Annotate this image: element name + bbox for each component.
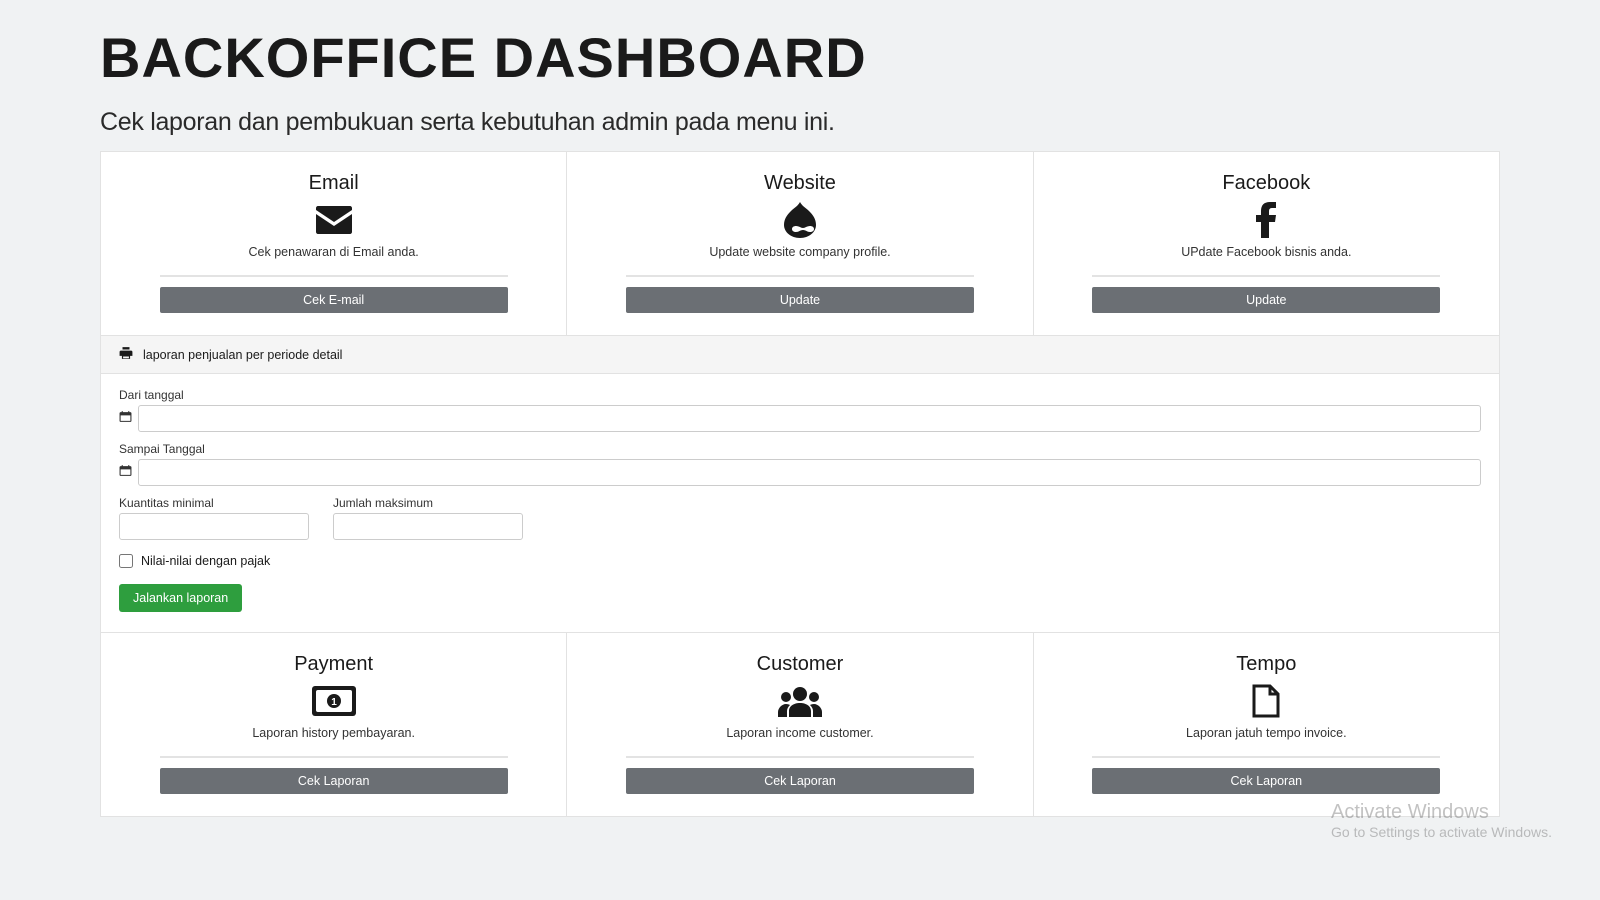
card-payment-title: Payment [129, 653, 538, 676]
calendar-icon [119, 464, 132, 482]
dashboard-panel: Email Cek penawaran di Email anda. Cek E… [100, 151, 1500, 817]
to-date-input[interactable] [138, 459, 1481, 486]
qty-max-label: Jumlah maksimum [333, 496, 523, 510]
card-website-title: Website [595, 172, 1004, 195]
divider [160, 756, 508, 758]
card-customer-title: Customer [595, 653, 1004, 676]
divider [1092, 275, 1440, 277]
facebook-icon [1062, 201, 1471, 239]
svg-text:1: 1 [331, 697, 337, 708]
divider [1092, 756, 1440, 758]
card-payment-desc: Laporan history pembayaran. [129, 726, 538, 740]
drupal-icon [595, 201, 1004, 239]
bottom-card-row: Payment 1 Laporan history pembayaran. Ce… [101, 632, 1499, 816]
money-icon: 1 [129, 682, 538, 720]
tax-checkbox[interactable] [119, 554, 133, 568]
qty-min-input[interactable] [119, 513, 309, 540]
card-customer: Customer Laporan income customer. Cek La… [567, 633, 1033, 816]
card-facebook-title: Facebook [1062, 172, 1471, 195]
report-title: laporan penjualan per periode detail [143, 348, 342, 362]
to-date-label: Sampai Tanggal [119, 442, 1481, 456]
page-subtitle: Cek laporan dan pembukuan serta kebutuha… [100, 108, 1500, 137]
card-website: Website Update website company profile. … [567, 152, 1033, 335]
cek-laporan-tempo-button[interactable]: Cek Laporan [1092, 768, 1440, 794]
top-card-row: Email Cek penawaran di Email anda. Cek E… [101, 152, 1499, 336]
report-form: Dari tanggal Sampai Tanggal [101, 374, 1499, 632]
from-date-input[interactable] [138, 405, 1481, 432]
card-tempo-title: Tempo [1062, 653, 1471, 676]
divider [160, 275, 508, 277]
report-header: laporan penjualan per periode detail [101, 336, 1499, 374]
cek-laporan-customer-button[interactable]: Cek Laporan [626, 768, 974, 794]
qty-min-label: Kuantitas minimal [119, 496, 309, 510]
update-website-button[interactable]: Update [626, 287, 974, 313]
divider [626, 756, 974, 758]
envelope-icon [129, 201, 538, 239]
cek-laporan-payment-button[interactable]: Cek Laporan [160, 768, 508, 794]
qty-max-input[interactable] [333, 513, 523, 540]
card-website-desc: Update website company profile. [595, 245, 1004, 259]
from-date-label: Dari tanggal [119, 388, 1481, 402]
file-icon [1062, 682, 1471, 720]
card-email-title: Email [129, 172, 538, 195]
card-customer-desc: Laporan income customer. [595, 726, 1004, 740]
update-facebook-button[interactable]: Update [1092, 287, 1440, 313]
card-email-desc: Cek penawaran di Email anda. [129, 245, 538, 259]
watermark-line2: Go to Settings to activate Windows. [1331, 824, 1552, 840]
users-icon [595, 682, 1004, 720]
divider [626, 275, 974, 277]
print-icon [119, 346, 133, 363]
card-facebook: Facebook UPdate Facebook bisnis anda. Up… [1034, 152, 1499, 335]
card-tempo-desc: Laporan jatuh tempo invoice. [1062, 726, 1471, 740]
page-title: BACKOFFICE DASHBOARD [100, 25, 1500, 90]
cek-email-button[interactable]: Cek E-mail [160, 287, 508, 313]
card-tempo: Tempo Laporan jatuh tempo invoice. Cek L… [1034, 633, 1499, 816]
card-email: Email Cek penawaran di Email anda. Cek E… [101, 152, 567, 335]
tax-checkbox-label: Nilai-nilai dengan pajak [141, 554, 270, 568]
card-payment: Payment 1 Laporan history pembayaran. Ce… [101, 633, 567, 816]
calendar-icon [119, 410, 132, 428]
run-report-button[interactable]: Jalankan laporan [119, 584, 242, 612]
card-facebook-desc: UPdate Facebook bisnis anda. [1062, 245, 1471, 259]
